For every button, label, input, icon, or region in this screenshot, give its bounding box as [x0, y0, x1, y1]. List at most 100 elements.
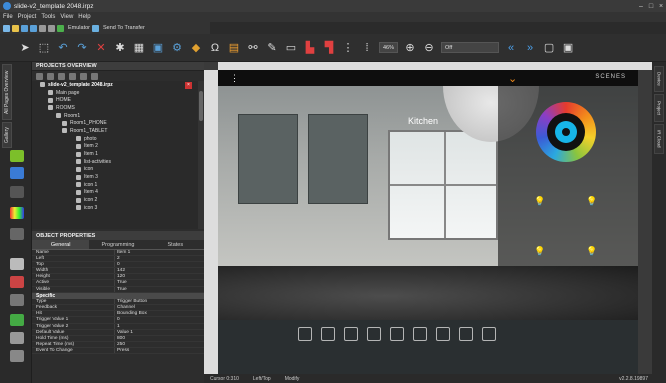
zoom-out-icon[interactable]: ⊖	[422, 41, 436, 55]
menu-file[interactable]: File	[3, 14, 13, 20]
tab-general[interactable]: General	[32, 240, 90, 249]
bulb-icon[interactable]: 💡	[534, 196, 545, 207]
grid-tool-icon[interactable]	[10, 350, 24, 362]
tree-item[interactable]: Item 4	[32, 189, 204, 197]
tablet-icon[interactable]	[367, 327, 381, 341]
bulb-icon[interactable]: 💡	[534, 246, 545, 257]
prev-page-icon[interactable]: «	[504, 41, 518, 55]
curtain-icon[interactable]	[436, 327, 450, 341]
delete-page-icon[interactable]	[69, 72, 76, 80]
ab-icon[interactable]	[10, 228, 24, 240]
menu-tools[interactable]: Tools	[41, 14, 55, 20]
move-down-icon[interactable]	[80, 72, 87, 80]
image-icon[interactable]: ▤	[227, 41, 241, 55]
design-canvas[interactable]: ⋮ ⌄ SCENES Kitchen 💡 💡 💡 💡	[204, 62, 652, 374]
minimize-button[interactable]: –	[636, 3, 646, 10]
security-icon[interactable]	[482, 327, 496, 341]
tree-item[interactable]: Item 2	[32, 143, 204, 151]
delete-icon[interactable]: ✕	[94, 41, 108, 55]
tree-item[interactable]: ROOMS	[32, 104, 204, 112]
save-icon[interactable]	[21, 24, 28, 32]
resource-icon[interactable]: ◆	[189, 41, 203, 55]
new-icon[interactable]	[3, 24, 10, 32]
link-icon[interactable]: ⚯	[246, 41, 260, 55]
power-icon[interactable]	[10, 186, 24, 198]
ios-icon[interactable]	[10, 167, 24, 179]
redo-icon[interactable]: ↷	[75, 41, 89, 55]
maximize-button[interactable]: □	[646, 3, 656, 10]
tab-project[interactable]: Project	[654, 94, 664, 122]
tab-states[interactable]: States	[147, 240, 204, 249]
color-icon[interactable]	[10, 207, 24, 219]
tree-item[interactable]: Room1	[32, 112, 204, 120]
copy-icon[interactable]	[39, 24, 46, 32]
zoom-select[interactable]: 46%	[379, 42, 399, 53]
settings-icon[interactable]: ✱	[113, 41, 127, 55]
device-icon[interactable]: ▣	[151, 41, 165, 55]
zoom-in-icon[interactable]: ⊕	[403, 41, 417, 55]
mode-select[interactable]: Off	[441, 42, 500, 53]
open-icon[interactable]	[12, 24, 19, 32]
play-icon[interactable]	[57, 24, 64, 32]
snap-icon[interactable]: ⋮	[341, 41, 355, 55]
emulator-button[interactable]: Emulator	[68, 25, 90, 31]
tree-item[interactable]: HOME	[32, 96, 204, 104]
send-icon[interactable]	[92, 24, 100, 32]
sprinkler-icon[interactable]	[459, 327, 473, 341]
android-icon[interactable]	[10, 150, 24, 162]
guides-icon[interactable]: ⁞	[360, 41, 374, 55]
light-icon[interactable]	[298, 327, 312, 341]
omega-icon[interactable]: Ω	[208, 41, 222, 55]
tree-item[interactable]: icon	[32, 166, 204, 174]
frame-icon[interactable]: ▭	[284, 41, 298, 55]
image-tool-icon[interactable]	[10, 276, 24, 288]
tree-item[interactable]: photo	[32, 135, 204, 143]
tree-item[interactable]: icon 1	[32, 181, 204, 189]
music-icon[interactable]	[390, 327, 404, 341]
menu-help[interactable]: Help	[78, 14, 90, 20]
align-icon[interactable]: ▙	[303, 41, 317, 55]
pointer-tool-icon[interactable]: ➤	[18, 41, 32, 55]
page-preview[interactable]: ⋮ ⌄ SCENES Kitchen 💡 💡 💡 💡	[218, 70, 638, 374]
tree-item[interactable]: Item 1	[32, 150, 204, 158]
grid-icon[interactable]: ▦	[132, 41, 146, 55]
distribute-icon[interactable]: ▜	[322, 41, 336, 55]
move-up-icon[interactable]	[91, 72, 98, 80]
tv-icon[interactable]	[344, 327, 358, 341]
close-button[interactable]: ×	[656, 3, 666, 10]
bulb-icon[interactable]: 💡	[586, 196, 597, 207]
next-page-icon[interactable]: »	[523, 41, 537, 55]
temperature-icon[interactable]	[321, 327, 335, 341]
text-icon[interactable]	[10, 258, 24, 270]
tab-all-pages[interactable]: All Pages Overview	[2, 64, 12, 120]
menu-view[interactable]: View	[60, 14, 73, 20]
tree-item[interactable]: icon 3	[32, 204, 204, 212]
list-tool-icon[interactable]	[10, 332, 24, 344]
tab-gallery[interactable]: Gallery	[2, 122, 12, 148]
tab-programming[interactable]: Programming	[89, 240, 146, 249]
add-page-icon[interactable]	[36, 72, 43, 80]
tree-item[interactable]: slide-v2_template 2048.irpz	[32, 81, 204, 89]
copy-page-icon[interactable]	[58, 72, 65, 80]
select-tool-icon[interactable]: ⬚	[37, 41, 51, 55]
project-tree[interactable]: × slide-v2_template 2048.irpz Main page …	[32, 81, 204, 229]
add-popup-icon[interactable]	[47, 72, 54, 80]
menu-dots-icon[interactable]: ⋮	[230, 73, 239, 84]
tab-ir-cloud[interactable]: IR Cloud	[654, 124, 664, 154]
menu-project[interactable]: Project	[18, 14, 37, 20]
tree-item[interactable]: Main page	[32, 89, 204, 97]
tree-item[interactable]: Item 3	[32, 173, 204, 181]
save-all-icon[interactable]	[30, 24, 37, 32]
prop-row[interactable]: Event To Change Press	[32, 347, 204, 354]
color-wheel[interactable]	[536, 102, 596, 162]
slider-tool-icon[interactable]	[10, 314, 24, 326]
button-tool-icon[interactable]	[10, 294, 24, 306]
bulb-icon[interactable]: 💡	[586, 246, 597, 257]
tools-icon[interactable]: ⚙	[170, 41, 184, 55]
undo-icon[interactable]: ↶	[56, 41, 70, 55]
tree-item[interactable]: icon 2	[32, 196, 204, 204]
fit-icon[interactable]: ▢	[542, 41, 556, 55]
tree-item[interactable]: Room1_PHONE	[32, 119, 204, 127]
tab-device[interactable]: Device	[654, 66, 664, 92]
paste-icon[interactable]	[48, 24, 55, 32]
